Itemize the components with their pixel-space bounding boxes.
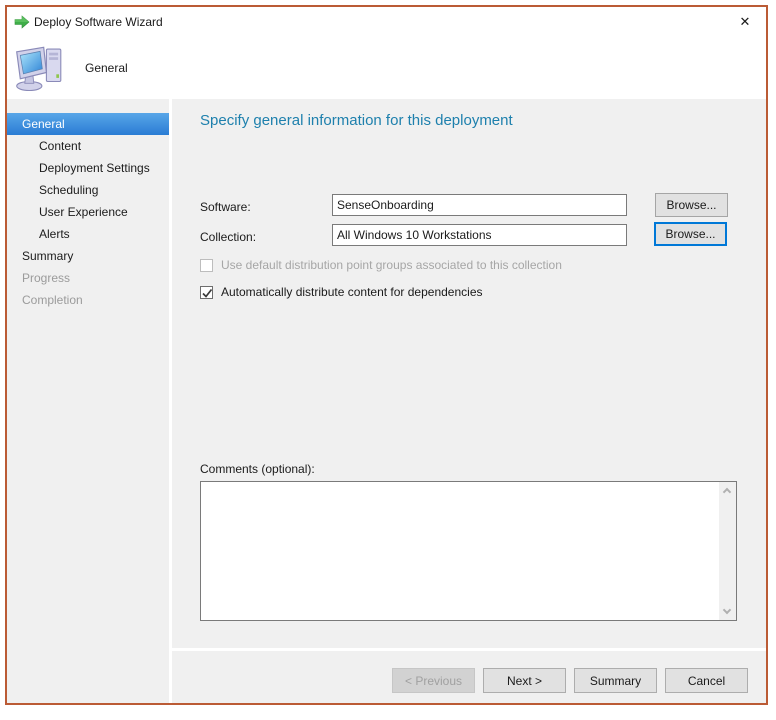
software-label: Software: xyxy=(200,200,251,214)
collection-label: Collection: xyxy=(200,230,257,244)
wizard-page-name: General xyxy=(85,61,128,75)
cancel-button[interactable]: Cancel xyxy=(665,668,748,693)
page-heading: Specify general information for this dep… xyxy=(200,112,513,129)
auto-distribute-checkbox-row[interactable]: Automatically distribute content for dep… xyxy=(200,285,483,299)
check-icon xyxy=(202,288,213,298)
general-page: Specify general information for this dep… xyxy=(172,99,766,648)
previous-button: < Previous xyxy=(392,668,475,693)
comments-textarea[interactable] xyxy=(201,482,719,620)
comments-label: Comments (optional): xyxy=(200,462,315,476)
sidebar-item-deployment-settings[interactable]: Deployment Settings xyxy=(7,157,169,179)
window-title: Deploy Software Wizard xyxy=(34,15,163,29)
next-button[interactable]: Next > xyxy=(483,668,566,693)
sidebar-item-general[interactable]: General xyxy=(7,113,169,135)
comments-field-frame xyxy=(200,481,737,621)
wizard-button-bar: < Previous Next > Summary Cancel xyxy=(172,651,766,703)
auto-distribute-checkbox-label: Automatically distribute content for dep… xyxy=(221,285,483,299)
scroll-up-icon[interactable] xyxy=(719,482,736,499)
wizard-header: General xyxy=(7,37,766,99)
sidebar-item-user-experience[interactable]: User Experience xyxy=(7,201,169,223)
sidebar-item-completion: Completion xyxy=(22,293,83,307)
collection-input[interactable] xyxy=(332,224,627,246)
sidebar-item-summary[interactable]: Summary xyxy=(7,245,169,267)
sidebar-item-alerts[interactable]: Alerts xyxy=(7,223,169,245)
scroll-down-icon[interactable] xyxy=(719,603,736,620)
summary-button[interactable]: Summary xyxy=(574,668,657,693)
title-bar: Deploy Software Wizard ✕ xyxy=(7,7,766,37)
green-arrow-icon xyxy=(14,15,30,29)
sidebar-item-scheduling[interactable]: Scheduling xyxy=(7,179,169,201)
close-icon[interactable]: ✕ xyxy=(734,11,756,33)
software-browse-button[interactable]: Browse... xyxy=(655,193,728,217)
deploy-software-wizard-window: Deploy Software Wizard ✕ General General… xyxy=(5,5,768,705)
default-dp-checkbox-row: Use default distribution point groups as… xyxy=(200,258,562,272)
auto-distribute-checkbox[interactable] xyxy=(200,285,213,299)
sidebar-item-progress: Progress xyxy=(22,271,71,285)
sidebar-item-content[interactable]: Content xyxy=(7,135,169,157)
wizard-steps-sidebar: General Content Deployment Settings Sche… xyxy=(7,99,169,703)
software-input[interactable] xyxy=(332,194,627,216)
collection-browse-button[interactable]: Browse... xyxy=(654,222,727,246)
default-dp-checkbox xyxy=(200,258,213,272)
default-dp-checkbox-label: Use default distribution point groups as… xyxy=(221,258,562,272)
comments-scrollbar[interactable] xyxy=(719,482,736,620)
computer-icon xyxy=(16,46,62,92)
